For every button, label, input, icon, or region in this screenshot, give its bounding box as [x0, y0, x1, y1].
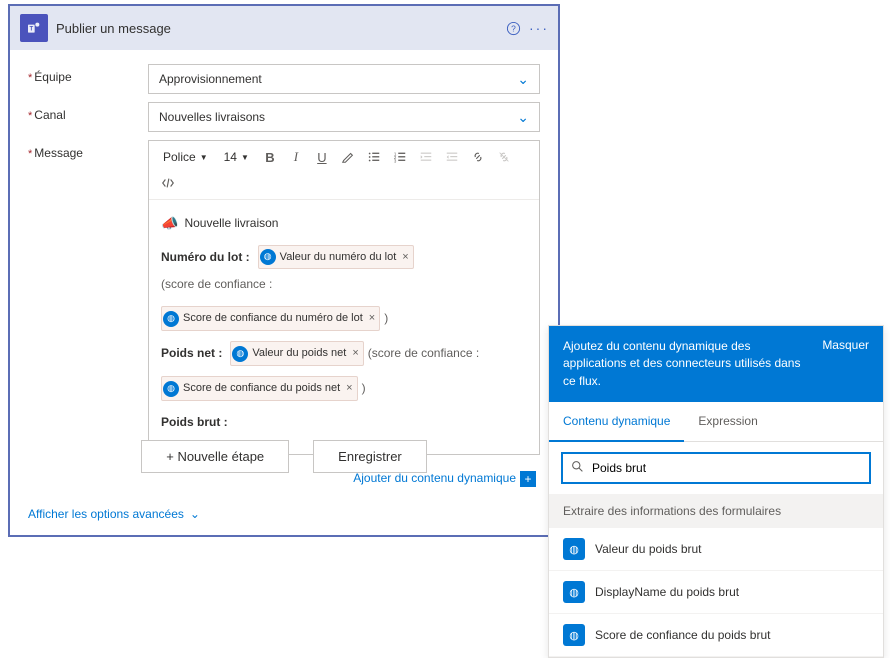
result-label: DisplayName du poids brut: [595, 585, 739, 599]
card-body: Équipe Approvisionnement ⌄ Canal Nouvell…: [10, 50, 558, 501]
tab-dynamic-content[interactable]: Contenu dynamique: [549, 402, 684, 442]
globe-icon: ◍: [163, 311, 179, 327]
chevron-down-icon: ⌄: [517, 109, 529, 126]
channel-select[interactable]: Nouvelles livraisons ⌄: [148, 102, 540, 132]
channel-label: Canal: [28, 102, 148, 132]
result-label: Valeur du poids brut: [595, 542, 702, 556]
globe-icon: ◍: [260, 249, 276, 265]
plus-icon: +: [520, 471, 536, 487]
remove-icon[interactable]: ×: [369, 308, 375, 329]
result-label: Score de confiance du poids brut: [595, 628, 770, 642]
more-icon[interactable]: ···: [530, 19, 548, 37]
message-editor: Police▼ 14▼ B I U 123 📣: [148, 140, 540, 455]
size-select[interactable]: 14▼: [218, 148, 255, 166]
svg-text:?: ?: [511, 23, 516, 33]
footer-buttons: + Nouvelle étape Enregistrer: [8, 440, 560, 473]
team-value: Approvisionnement: [159, 72, 262, 86]
panel-tabs: Contenu dynamique Expression: [549, 402, 883, 442]
advanced-options-link[interactable]: Afficher les options avancées ⌄: [10, 501, 558, 535]
globe-icon: ◍: [163, 381, 179, 397]
globe-icon: ◍: [563, 624, 585, 646]
panel-header-text: Ajoutez du contenu dynamique des applica…: [563, 338, 812, 390]
remove-icon[interactable]: ×: [352, 343, 358, 364]
help-icon[interactable]: ?: [504, 19, 522, 37]
net-label: Poids net :: [161, 342, 222, 365]
globe-icon: ◍: [232, 346, 248, 362]
token-lot-value[interactable]: ◍Valeur du numéro du lot×: [258, 245, 414, 270]
indent-icon[interactable]: [441, 146, 463, 168]
chevron-down-icon: ⌄: [190, 507, 200, 521]
search-box: [561, 452, 871, 484]
link-icon[interactable]: [467, 146, 489, 168]
paren-text: (score de confiance :: [368, 342, 479, 365]
bold-icon[interactable]: B: [259, 146, 281, 168]
token-net-value[interactable]: ◍Valeur du poids net×: [230, 341, 363, 366]
gross-label: Poids brut :: [161, 411, 228, 434]
editor-toolbar: Police▼ 14▼ B I U 123: [149, 141, 539, 200]
hide-link[interactable]: Masquer: [822, 338, 869, 352]
announce-text: Nouvelle livraison: [184, 212, 278, 235]
outdent-icon[interactable]: [415, 146, 437, 168]
italic-icon[interactable]: I: [285, 146, 307, 168]
results-section-header: Extraire des informations des formulaire…: [549, 494, 883, 528]
editor-content[interactable]: 📣 Nouvelle livraison Numéro du lot : ◍Va…: [149, 200, 539, 454]
search-icon: [571, 460, 584, 476]
paren-text: (score de confiance :: [161, 273, 272, 296]
result-item[interactable]: ◍ DisplayName du poids brut: [549, 571, 883, 614]
underline-icon[interactable]: U: [311, 146, 333, 168]
team-select[interactable]: Approvisionnement ⌄: [148, 64, 540, 94]
card-header: T Publier un message ? ···: [10, 6, 558, 50]
code-view-icon[interactable]: [157, 172, 179, 194]
message-label: Message: [28, 140, 148, 455]
remove-icon[interactable]: ×: [346, 378, 352, 399]
unlink-icon[interactable]: [493, 146, 515, 168]
font-select[interactable]: Police▼: [157, 148, 214, 166]
search-input[interactable]: [592, 461, 861, 475]
teams-icon: T: [20, 14, 48, 42]
close-paren: ): [384, 307, 388, 330]
save-button[interactable]: Enregistrer: [313, 440, 427, 473]
team-label: Équipe: [28, 64, 148, 94]
remove-icon[interactable]: ×: [402, 247, 408, 268]
token-net-score[interactable]: ◍Score de confiance du poids net×: [161, 376, 358, 401]
panel-header: Ajoutez du contenu dynamique des applica…: [549, 326, 883, 402]
new-step-button[interactable]: + Nouvelle étape: [141, 440, 289, 473]
close-paren: ): [362, 377, 366, 400]
add-dynamic-link[interactable]: Ajouter du contenu dynamique+: [353, 471, 536, 485]
number-list-icon[interactable]: 123: [389, 146, 411, 168]
svg-text:3: 3: [394, 158, 397, 163]
card-title: Publier un message: [56, 21, 496, 36]
dynamic-content-panel: Ajoutez du contenu dynamique des applica…: [548, 325, 884, 658]
bullet-list-icon[interactable]: [363, 146, 385, 168]
globe-icon: ◍: [563, 581, 585, 603]
svg-text:T: T: [29, 27, 33, 33]
megaphone-icon: 📣: [161, 210, 178, 237]
lot-label: Numéro du lot :: [161, 246, 250, 269]
tab-expression[interactable]: Expression: [684, 402, 771, 441]
globe-icon: ◍: [563, 538, 585, 560]
highlight-icon[interactable]: [337, 146, 359, 168]
chevron-down-icon: ⌄: [517, 71, 529, 88]
channel-value: Nouvelles livraisons: [159, 110, 265, 124]
result-item[interactable]: ◍ Valeur du poids brut: [549, 528, 883, 571]
token-lot-score[interactable]: ◍Score de confiance du numéro de lot×: [161, 306, 380, 331]
result-item[interactable]: ◍ Score de confiance du poids brut: [549, 614, 883, 657]
